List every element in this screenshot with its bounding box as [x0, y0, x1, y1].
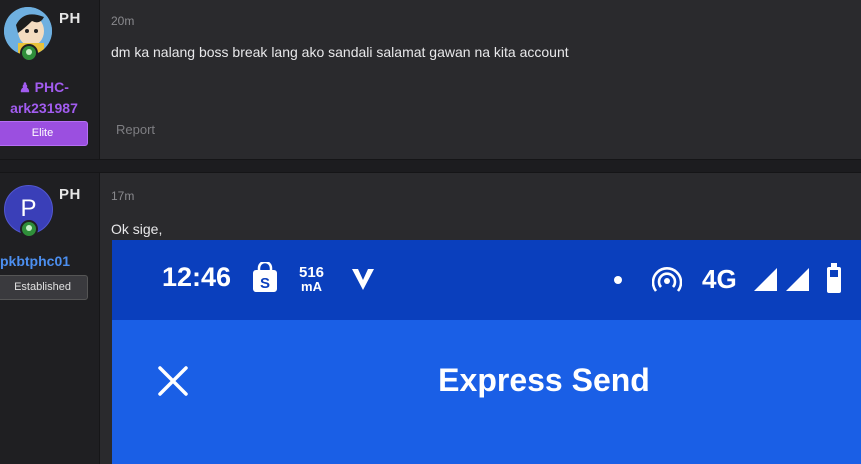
post-time[interactable]: 17m — [111, 189, 134, 203]
post-message: dm ka nalang boss break lang ako sandali… — [111, 44, 569, 60]
country-code: PH — [59, 10, 81, 27]
rank-badge: Established — [0, 275, 88, 300]
phone-clock: 12:46 — [162, 262, 232, 292]
shopping-bag-icon: S — [253, 262, 277, 292]
signal-icon — [754, 268, 777, 291]
username-suffix: ark231987 — [10, 100, 78, 116]
current-value: 516 — [299, 264, 325, 281]
current-unit: mA — [301, 279, 322, 294]
svg-text:S: S — [260, 275, 270, 292]
user-role-icon: ♟ — [19, 80, 31, 95]
network-type: 4G — [702, 264, 737, 294]
current-readout: 516 mA — [299, 264, 325, 294]
phone-screenshot: 12:46 S 516 mA 4G Express Send — [112, 240, 861, 464]
online-indicator-icon — [20, 44, 38, 62]
rank-badge: Elite — [0, 121, 88, 146]
post-divider — [0, 159, 861, 173]
signal-icon — [786, 268, 809, 291]
user-sidebar — [0, 0, 100, 464]
post-message: Ok sige, — [111, 221, 163, 237]
notification-dot-icon — [614, 276, 622, 284]
screen-title: Express Send — [438, 362, 650, 398]
post-time[interactable]: 20m — [111, 14, 134, 28]
country-code: PH — [59, 186, 81, 203]
hotspot-icon — [652, 267, 682, 292]
phone-status-bar: 12:46 S 516 mA 4G — [112, 240, 861, 320]
battery-icon — [827, 263, 841, 293]
username-prefix: PHC- — [34, 79, 69, 95]
report-link[interactable]: Report — [116, 122, 155, 137]
v-logo-icon — [352, 269, 374, 290]
online-indicator-icon — [20, 220, 38, 238]
username-link[interactable]: ♟ PHC- ark231987 — [0, 77, 94, 118]
username-link[interactable]: pkbtphc01 — [0, 253, 70, 269]
